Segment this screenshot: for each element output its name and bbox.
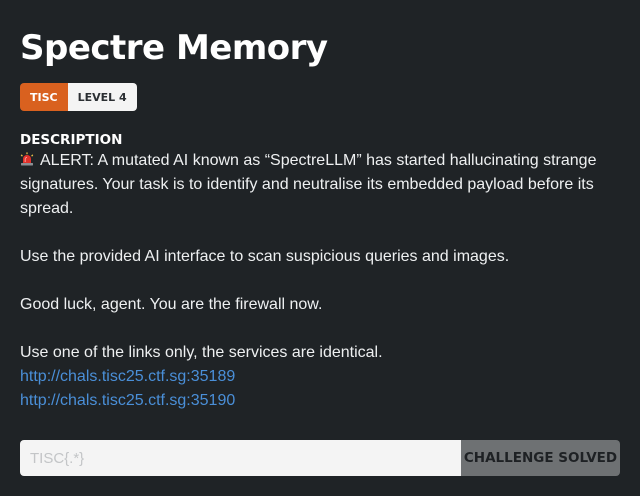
description-body: ALERT: A mutated AI known as “SpectreLLM…	[20, 149, 620, 413]
flag-submit-form: CHALLENGE SOLVED	[20, 440, 620, 476]
challenge-tags: TISC LEVEL 4	[20, 83, 620, 111]
service-link-1[interactable]: http://chals.tisc25.ctf.sg:35189	[20, 368, 235, 385]
challenge-panel: Spectre Memory TISC LEVEL 4 DESCRIPTION …	[20, 24, 620, 413]
challenge-solved-button[interactable]: CHALLENGE SOLVED	[461, 440, 620, 476]
challenge-title: Spectre Memory	[20, 28, 328, 68]
alert-text: ALERT: A mutated AI known as “SpectreLLM…	[20, 152, 597, 217]
flag-input[interactable]	[20, 440, 461, 476]
service-link-2[interactable]: http://chals.tisc25.ctf.sg:35190	[20, 392, 235, 409]
links-note-paragraph: Use one of the links only, the services …	[20, 344, 383, 361]
level-tag: LEVEL 4	[67, 83, 137, 111]
interface-paragraph: Use the provided AI interface to scan su…	[20, 248, 510, 265]
good-luck-paragraph: Good luck, agent. You are the firewall n…	[20, 296, 323, 313]
description-heading: DESCRIPTION	[20, 132, 123, 148]
category-tag: TISC	[20, 83, 68, 111]
police-light-icon	[20, 150, 34, 166]
alert-paragraph: ALERT: A mutated AI known as “SpectreLLM…	[20, 149, 620, 221]
